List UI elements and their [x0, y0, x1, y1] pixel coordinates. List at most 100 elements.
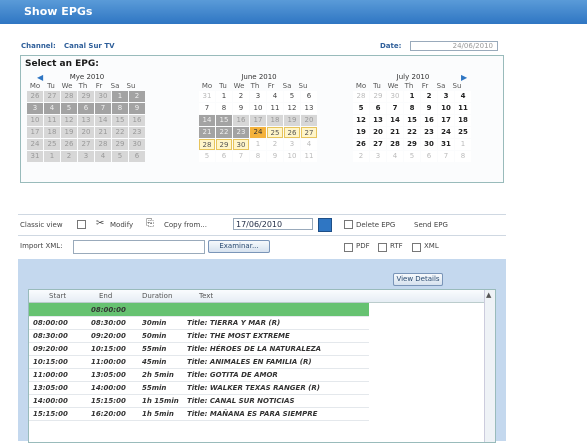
calendar-day[interactable]: 5 [112, 151, 128, 162]
calendar-day[interactable]: 22 [216, 127, 232, 138]
calendar-day[interactable]: 4 [387, 151, 403, 162]
column-header-start[interactable]: Start [49, 292, 66, 300]
table-row[interactable]: 08:00:00 08:30:00 30min Title: TIERRA Y … [29, 316, 369, 330]
calendar-day[interactable]: 15 [216, 115, 232, 126]
calendar-day[interactable]: 3 [78, 151, 94, 162]
column-header-duration[interactable]: Duration [142, 292, 172, 300]
calendar-day[interactable]: 9 [267, 151, 283, 162]
calendar-day[interactable]: 16 [421, 115, 437, 126]
calendar-day[interactable]: 3 [370, 151, 386, 162]
calendar-day[interactable]: 5 [353, 103, 369, 114]
calendar-day[interactable]: 21 [95, 127, 111, 138]
calendar-day[interactable]: 8 [455, 151, 471, 162]
calendar-day[interactable]: 1 [112, 91, 128, 102]
table-row[interactable]: 08:00:00 [29, 303, 369, 317]
calendar-day[interactable]: 23 [421, 127, 437, 138]
calendar-day[interactable]: 6 [301, 91, 317, 102]
calendar-day[interactable]: 4 [95, 151, 111, 162]
calendar-day[interactable]: 20 [370, 127, 386, 138]
calendar-day[interactable]: 18 [44, 127, 60, 138]
calendar-day[interactable]: 7 [95, 103, 111, 114]
calendar-day[interactable]: 24 [438, 127, 454, 138]
calendar-day[interactable]: 26 [284, 127, 300, 138]
copy-from-button[interactable]: Copy from... [164, 221, 207, 229]
calendar-day[interactable]: 9 [421, 103, 437, 114]
calendar-day[interactable]: 28 [199, 139, 215, 150]
calendar-day[interactable]: 2 [61, 151, 77, 162]
calendar-day[interactable]: 15 [404, 115, 420, 126]
table-row[interactable]: 13:05:00 14:00:00 55min Title: WALKER TE… [29, 381, 369, 395]
calendar-icon[interactable] [318, 218, 332, 232]
calendar-day[interactable]: 12 [61, 115, 77, 126]
calendar-day[interactable]: 28 [95, 139, 111, 150]
calendar-day[interactable]: 25 [455, 127, 471, 138]
calendar-day[interactable]: 10 [438, 103, 454, 114]
calendar-day[interactable]: 14 [95, 115, 111, 126]
calendar-day[interactable]: 4 [267, 91, 283, 102]
table-row[interactable]: 14:00:00 15:15:00 1h 15min Title: CANAL … [29, 394, 369, 408]
calendar-day[interactable]: 9 [129, 103, 145, 114]
calendar-day[interactable]: 31 [27, 151, 43, 162]
table-row[interactable]: 15:15:00 16:20:00 1h 5min Title: MAÑANA … [29, 407, 369, 421]
calendar-day[interactable]: 6 [216, 151, 232, 162]
calendar-day[interactable]: 6 [421, 151, 437, 162]
calendar-day[interactable]: 29 [216, 139, 232, 150]
calendar-day[interactable]: 30 [95, 91, 111, 102]
table-row[interactable]: 11:00:00 13:05:00 2h 5min Title: GOTITA … [29, 368, 369, 382]
delete-epg-button[interactable]: Delete EPG [356, 221, 395, 229]
chevron-left-icon[interactable]: ◀ [37, 73, 43, 82]
calendar-day[interactable]: 7 [438, 151, 454, 162]
calendar-day[interactable]: 2 [267, 139, 283, 150]
column-header-end[interactable]: End [99, 292, 112, 300]
calendar-day[interactable]: 30 [233, 139, 249, 150]
calendar-day[interactable]: 31 [199, 91, 215, 102]
grid-scrollbar[interactable]: ▲ [484, 290, 495, 442]
calendar-day[interactable]: 10 [284, 151, 300, 162]
calendar-day[interactable]: 1 [404, 91, 420, 102]
chevron-right-icon[interactable]: ▶ [461, 73, 467, 82]
calendar-day[interactable]: 26 [353, 139, 369, 150]
calendar-day[interactable]: 18 [455, 115, 471, 126]
calendar-day[interactable]: 25 [44, 139, 60, 150]
calendar-day[interactable]: 17 [27, 127, 43, 138]
calendar-day[interactable]: 2 [353, 151, 369, 162]
calendar-day[interactable]: 3 [250, 91, 266, 102]
calendar-day[interactable]: 7 [199, 103, 215, 114]
calendar-day[interactable]: 5 [61, 103, 77, 114]
calendar-day[interactable]: 6 [129, 151, 145, 162]
calendar-day[interactable]: 1 [216, 91, 232, 102]
calendar-day[interactable]: 8 [404, 103, 420, 114]
calendar-day[interactable]: 11 [455, 103, 471, 114]
calendar-day[interactable]: 4 [301, 139, 317, 150]
calendar-day[interactable]: 23 [129, 127, 145, 138]
calendar-day[interactable]: 22 [112, 127, 128, 138]
calendar-day[interactable]: 26 [61, 139, 77, 150]
export-rtf-button[interactable]: RTF [390, 242, 403, 250]
calendar-day[interactable]: 10 [250, 103, 266, 114]
calendar-day[interactable]: 4 [455, 91, 471, 102]
export-xml-button[interactable]: XML [424, 242, 439, 250]
calendar-day[interactable]: 23 [233, 127, 249, 138]
calendar-day[interactable]: 9 [233, 103, 249, 114]
calendar-day[interactable]: 1 [455, 139, 471, 150]
calendar-day[interactable]: 17 [438, 115, 454, 126]
calendar-day[interactable]: 27 [370, 139, 386, 150]
calendar-day[interactable]: 27 [44, 91, 60, 102]
calendar-day[interactable]: 28 [353, 91, 369, 102]
calendar-day[interactable]: 20 [301, 115, 317, 126]
calendar-day[interactable]: 10 [27, 115, 43, 126]
calendar-day-today[interactable]: 24 [250, 127, 266, 138]
copy-date-input[interactable]: 17/06/2010 [233, 218, 313, 230]
calendar-day[interactable]: 28 [387, 139, 403, 150]
calendar-day[interactable]: 30 [387, 91, 403, 102]
calendar-day[interactable]: 12 [353, 115, 369, 126]
export-pdf-button[interactable]: PDF [356, 242, 370, 250]
calendar-day[interactable]: 19 [284, 115, 300, 126]
calendar-day[interactable]: 28 [61, 91, 77, 102]
modify-button[interactable]: Modify [110, 221, 133, 229]
calendar-day[interactable]: 7 [387, 103, 403, 114]
calendar-day[interactable]: 13 [370, 115, 386, 126]
calendar-day[interactable]: 5 [199, 151, 215, 162]
delete-epg-checkbox[interactable] [344, 220, 353, 229]
table-row[interactable]: 08:30:00 09:20:00 50min Title: THE MOST … [29, 329, 369, 343]
